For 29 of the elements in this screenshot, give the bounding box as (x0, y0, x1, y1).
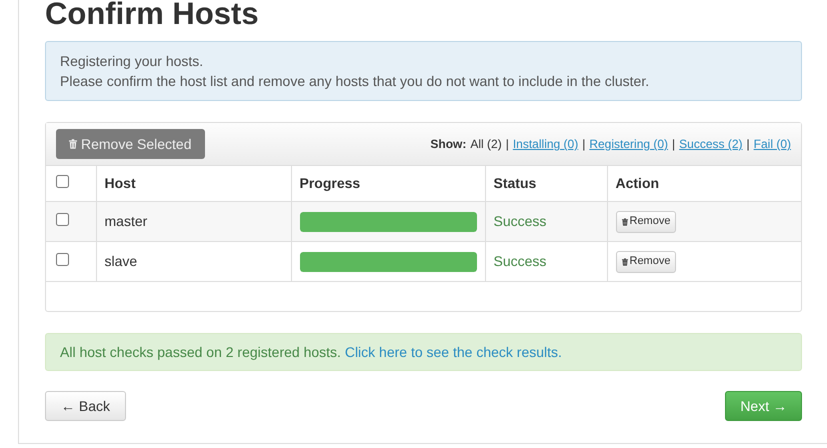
column-header: Action (607, 166, 801, 202)
row-checkbox[interactable] (56, 213, 69, 226)
filter-link[interactable]: All (2) (470, 135, 502, 153)
page-title: Confirm Hosts (45, 0, 260, 29)
back-button[interactable]: ← Back (45, 391, 126, 421)
info-text: Registering your hosts. (60, 52, 204, 71)
separator: | (672, 136, 676, 153)
remove-selected-button[interactable]: Remove Selected (56, 129, 205, 159)
trash-icon (622, 258, 628, 266)
trash-icon (69, 139, 77, 149)
remove-button[interactable]: Remove (616, 210, 676, 232)
check-results-link[interactable]: Click here to see the check results. (344, 342, 562, 362)
separator: | (582, 136, 586, 153)
host-cell: slave (96, 242, 291, 282)
status-text: Success (485, 242, 607, 282)
trash-icon (622, 218, 628, 226)
row-checkbox[interactable] (56, 253, 69, 266)
remove-button[interactable]: Remove (616, 250, 676, 272)
filter-link[interactable]: Success (2) (679, 135, 743, 153)
filter-link[interactable]: Registering (0) (589, 135, 668, 153)
info-text: Please confirm the host list and remove any hosts that you do not want to include in the cluster. (60, 72, 650, 91)
next-button[interactable]: Next → (725, 391, 802, 421)
separator: | (746, 136, 750, 153)
separator: | (506, 136, 509, 153)
filter-link[interactable]: Installing (0) (512, 135, 578, 153)
success-text: All host checks passed on 2 registered hosts. (60, 342, 342, 362)
filter-label: Show: (430, 136, 466, 153)
row-checkbox[interactable] (56, 175, 69, 188)
filter-link[interactable]: Fail (0) (754, 135, 791, 153)
